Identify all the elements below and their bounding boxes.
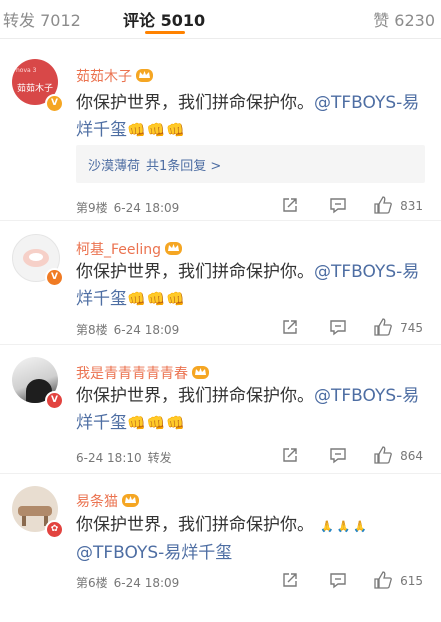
timestamp: 6-24 18:09 [113, 201, 180, 215]
like-count: 831 [400, 199, 423, 213]
comment-author[interactable]: 我是青青青青青春 [76, 363, 209, 383]
username[interactable]: 我是青青青青青春 [76, 366, 188, 382]
share-icon[interactable] [281, 196, 299, 214]
reply-preview[interactable]: 沙漠薄荷 共1条回复 > [76, 145, 425, 183]
comment-author[interactable]: 柯基_Feeling [76, 239, 183, 259]
thumbs-up-icon[interactable] [373, 317, 393, 337]
comment-meta: 第8楼 6-24 18:09 [76, 321, 185, 338]
thumbs-up-icon[interactable] [373, 195, 393, 215]
share-icon[interactable] [281, 571, 299, 589]
timestamp: 6-24 18:10 [76, 451, 142, 465]
like-count: 745 [400, 321, 423, 335]
timestamp: 6-24 18:09 [113, 576, 180, 590]
repost-label[interactable]: 转发 [148, 451, 172, 465]
fist-emoji: 👊👊👊 [127, 121, 187, 139]
comment-text: 你保护世界，我们拼命保护你。@TFBOYS-易烊千玺👊👊👊 [76, 383, 423, 437]
active-tab-indicator [145, 31, 185, 34]
praying-hands-emoji: 🙏🙏🙏 [320, 520, 371, 533]
fist-emoji: 👊👊👊 [127, 414, 187, 432]
like-count: 864 [400, 449, 423, 463]
share-icon[interactable] [281, 446, 299, 464]
comment-body: 你保护世界，我们拼命保护你。 [76, 515, 314, 535]
comment-icon[interactable] [329, 318, 347, 336]
username[interactable]: 柯基_Feeling [76, 242, 161, 258]
comment-text: 你保护世界，我们拼命保护你。@TFBOYS-易烊千玺👊👊👊 [76, 90, 423, 144]
comment-meta: 第9楼 6-24 18:09 [76, 199, 185, 216]
comment-item: ✿ 易条猫 你保护世界，我们拼命保护你。 🙏🙏🙏 @TFBOYS-易烊千玺 第6楼 6… [0, 474, 441, 622]
comment-item: V 柯基_Feeling 你保护世界，我们拼命保护你。@TFBOYS-易烊千玺👊… [0, 221, 441, 345]
like-count: 615 [400, 574, 423, 588]
comment-author[interactable]: 易条猫 [76, 491, 139, 511]
verified-badge: V [45, 94, 64, 113]
mention-link[interactable]: @TFBOYS-易烊千玺 [76, 543, 232, 563]
comment-icon[interactable] [329, 571, 347, 589]
avatar-caption: nova 3 [16, 67, 37, 74]
username[interactable]: 茹茹木子 [76, 69, 132, 85]
vip-crown-icon [192, 366, 209, 379]
verified-badge: ✿ [45, 520, 64, 539]
tab-repost[interactable]: 转发 7012 [3, 7, 81, 31]
comment-item: nova 3 茹茹木子 V 茹茹木子 你保护世界，我们拼命保护你。@TFBOYS… [0, 39, 441, 221]
share-icon[interactable] [281, 318, 299, 336]
comment-meta: 第6楼 6-24 18:09 [76, 574, 185, 591]
tab-comments[interactable]: 评论 5010 [123, 7, 205, 31]
comment-icon[interactable] [329, 446, 347, 464]
timestamp: 6-24 18:09 [113, 323, 180, 337]
comment-body: 你保护世界，我们拼命保护你。 [76, 93, 314, 113]
vip-crown-icon [136, 69, 153, 82]
username[interactable]: 易条猫 [76, 494, 118, 510]
comment-body: 你保护世界，我们拼命保护你。 [76, 386, 314, 406]
comment-text: 你保护世界，我们拼命保护你。 🙏🙏🙏 @TFBOYS-易烊千玺 [76, 512, 423, 567]
floor-number: 第6楼 [76, 576, 108, 590]
avatar-text: 茹茹木子 [16, 84, 53, 94]
verified-badge: V [45, 391, 64, 410]
comment-icon[interactable] [329, 196, 347, 214]
comment-body: 你保护世界，我们拼命保护你。 [76, 262, 314, 282]
fist-emoji: 👊👊👊 [127, 290, 187, 308]
vip-crown-icon [122, 494, 139, 507]
tab-likes[interactable]: 赞 6230 [373, 7, 435, 31]
comment-text: 你保护世界，我们拼命保护你。@TFBOYS-易烊千玺👊👊👊 [76, 259, 423, 313]
floor-number: 第8楼 [76, 323, 108, 337]
comment-author[interactable]: 茹茹木子 [76, 66, 153, 86]
comment-item: V 我是青青青青青春 你保护世界，我们拼命保护你。@TFBOYS-易烊千玺👊👊👊… [0, 345, 441, 474]
comment-meta: 6-24 18:10 转发 [76, 449, 178, 466]
thumbs-up-icon[interactable] [373, 445, 393, 465]
floor-number: 第9楼 [76, 201, 108, 215]
thumbs-up-icon[interactable] [373, 570, 393, 590]
verified-badge: V [45, 268, 64, 287]
reply-user[interactable]: 沙漠薄荷 [88, 159, 140, 174]
comment-tabs: 转发 7012 评论 5010 赞 6230 [0, 0, 441, 39]
vip-crown-icon [165, 242, 183, 255]
reply-count[interactable]: 共1条回复 > [146, 159, 221, 174]
